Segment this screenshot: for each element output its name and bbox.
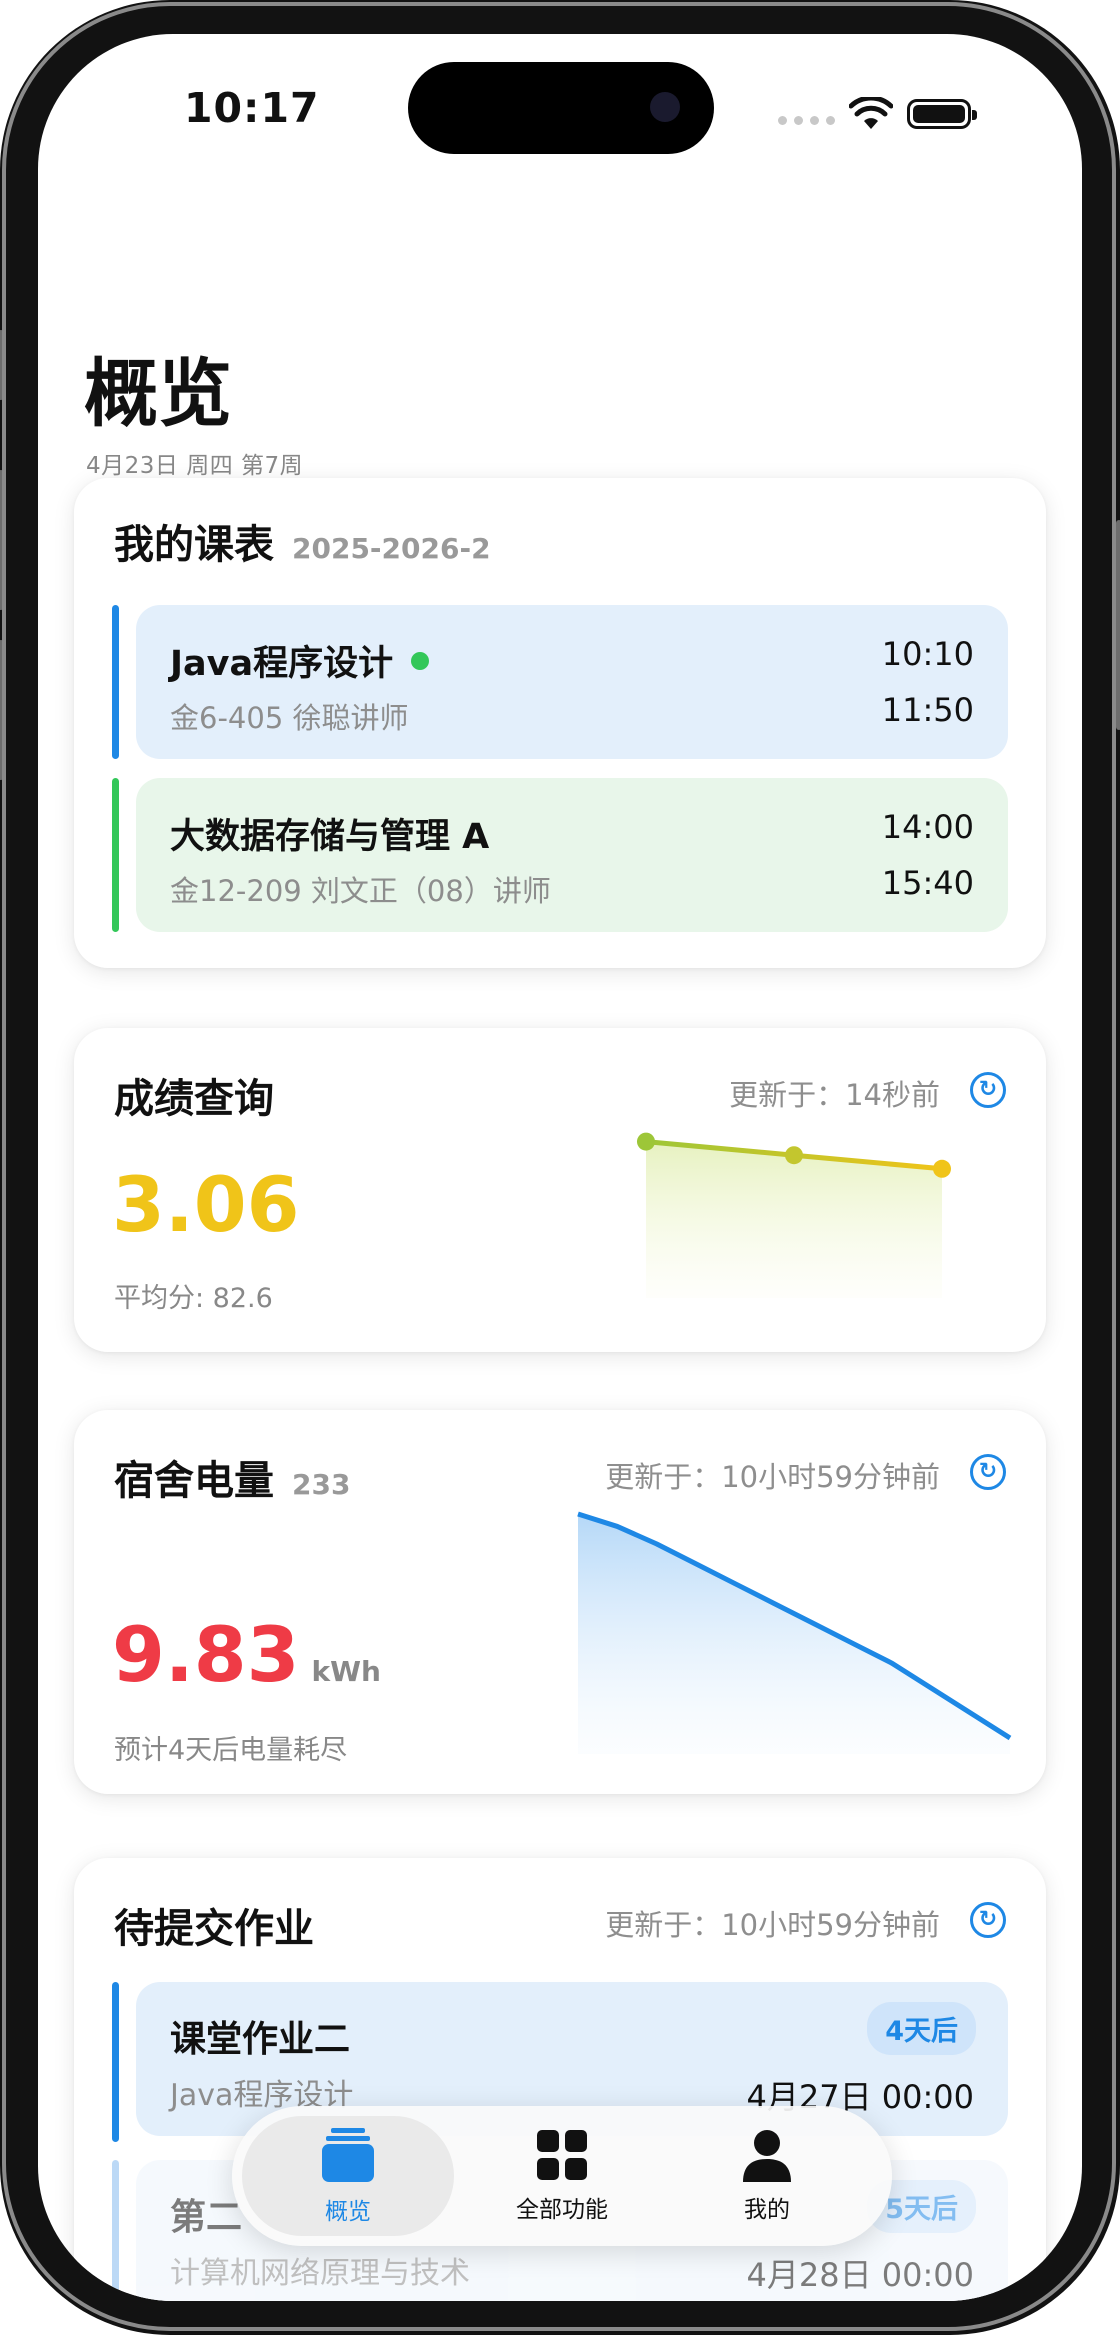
gpa-value: 3.06 [112, 1160, 300, 1249]
course-end-time: 15:40 [881, 864, 974, 902]
course-end-time: 11:50 [881, 691, 974, 729]
dorm-room-number: 233 [292, 1468, 351, 1501]
tab-profile-label: 我的 [744, 2197, 790, 2223]
course-name: 大数据存储与管理 A [170, 817, 490, 857]
homework-due-time: 4月28日 00:00 [746, 2256, 974, 2294]
course-meta: 金12-209 刘文正（08）讲师 [170, 874, 551, 908]
page-subtitle: 4月23日 周四 第7周 [86, 453, 304, 479]
homework-title: 待提交作业 [114, 1906, 314, 1952]
status-time: 10:17 [184, 84, 320, 132]
status-indicators [778, 94, 977, 134]
course-start-time: 14:00 [881, 808, 974, 846]
cellular-signal-icon [778, 115, 835, 125]
action-button [0, 330, 4, 400]
electricity-area [578, 1514, 1010, 1754]
course-indicator-bar [112, 778, 119, 932]
electricity-value: 9.83 kWh [112, 1610, 381, 1699]
homework-indicator-bar [112, 2160, 119, 2301]
electricity-updated-time: 更新于：10小时59分钟前 [605, 1460, 940, 1494]
electricity-unit: kWh [311, 1655, 381, 1688]
grades-point [637, 1132, 655, 1151]
course-meta: 金6-405 徐聪讲师 [170, 701, 409, 735]
grades-point [933, 1159, 951, 1178]
tab-overview[interactable]: 概览 [242, 2116, 454, 2236]
page-title: 概览 [84, 351, 232, 437]
grid-icon [537, 2130, 587, 2180]
grades-card[interactable]: 成绩查询 更新于：14秒前 ↻ 3.06 平均分: 82.6 [74, 1028, 1046, 1352]
electricity-card[interactable]: 宿舍电量 233 更新于：10小时59分钟前 ↻ 9.83 kWh 预计4天后电量耗… [74, 1410, 1046, 1794]
grades-trend-chart [637, 1132, 951, 1298]
course-name: Java程序设计 [170, 635, 430, 686]
homework-updated-time: 更新于：10小时59分钟前 [605, 1908, 940, 1942]
homework-course: 计算机网络原理与技术 [170, 2256, 470, 2291]
grades-title: 成绩查询 [114, 1076, 274, 1122]
electricity-title-text: 宿舍电量 [114, 1458, 274, 1504]
schedule-title: 我的课表 2025-2026-2 [114, 512, 491, 570]
tab-bar: 概览 全部功能 我的 [232, 2106, 892, 2246]
phone-frame: 10:17 概览 4月23日 周四 第7周 我的课表 2025-2026-2 Ja… [0, 0, 1120, 2335]
camera-icon [650, 92, 680, 122]
homework-name: 课堂作业二 [170, 2019, 351, 2060]
tab-overview-label: 概览 [325, 2199, 371, 2225]
tab-all-features-label: 全部功能 [516, 2197, 608, 2223]
volume-up-button [0, 470, 4, 610]
person-icon [743, 2130, 791, 2182]
battery-icon [907, 99, 977, 129]
schedule-title-text: 我的课表 [114, 522, 274, 568]
homework-days-left-badge: 4天后 [867, 2002, 976, 2055]
average-score: 平均分: 82.6 [114, 1283, 273, 1314]
power-button [1116, 520, 1120, 730]
tab-all-features[interactable]: 全部功能 [452, 2106, 672, 2246]
grades-point [785, 1146, 803, 1165]
volume-down-button [0, 640, 4, 780]
grades-refresh-icon[interactable]: ↻ [970, 1072, 1006, 1108]
screen: 10:17 概览 4月23日 周四 第7周 我的课表 2025-2026-2 Ja… [38, 34, 1082, 2301]
electricity-note: 预计4天后电量耗尽 [114, 1735, 348, 1766]
tab-profile[interactable]: 我的 [657, 2106, 877, 2246]
schedule-term: 2025-2026-2 [292, 532, 491, 565]
stack-icon [322, 2128, 374, 2182]
electricity-value-number: 9.83 [112, 1610, 300, 1699]
electricity-title: 宿舍电量 233 [114, 1448, 350, 1506]
course-indicator-bar [112, 605, 119, 759]
live-indicator-icon [411, 652, 430, 670]
dynamic-island [408, 62, 714, 154]
wifi-icon [849, 97, 893, 129]
schedule-card[interactable]: 我的课表 2025-2026-2 Java程序设计 金6-405 徐聪讲师 10:… [74, 478, 1046, 968]
electricity-refresh-icon[interactable]: ↻ [970, 1454, 1006, 1490]
homework-indicator-bar [112, 1982, 119, 2142]
homework-refresh-icon[interactable]: ↻ [970, 1902, 1006, 1938]
electricity-trend-chart [577, 1511, 1012, 1754]
course-item[interactable]: Java程序设计 金6-405 徐聪讲师 10:10 11:50 [136, 605, 1008, 759]
course-start-time: 10:10 [881, 635, 974, 673]
homework-name: 第二 [170, 2197, 243, 2238]
course-item[interactable]: 大数据存储与管理 A 金12-209 刘文正（08）讲师 14:00 15:40 [136, 778, 1008, 932]
